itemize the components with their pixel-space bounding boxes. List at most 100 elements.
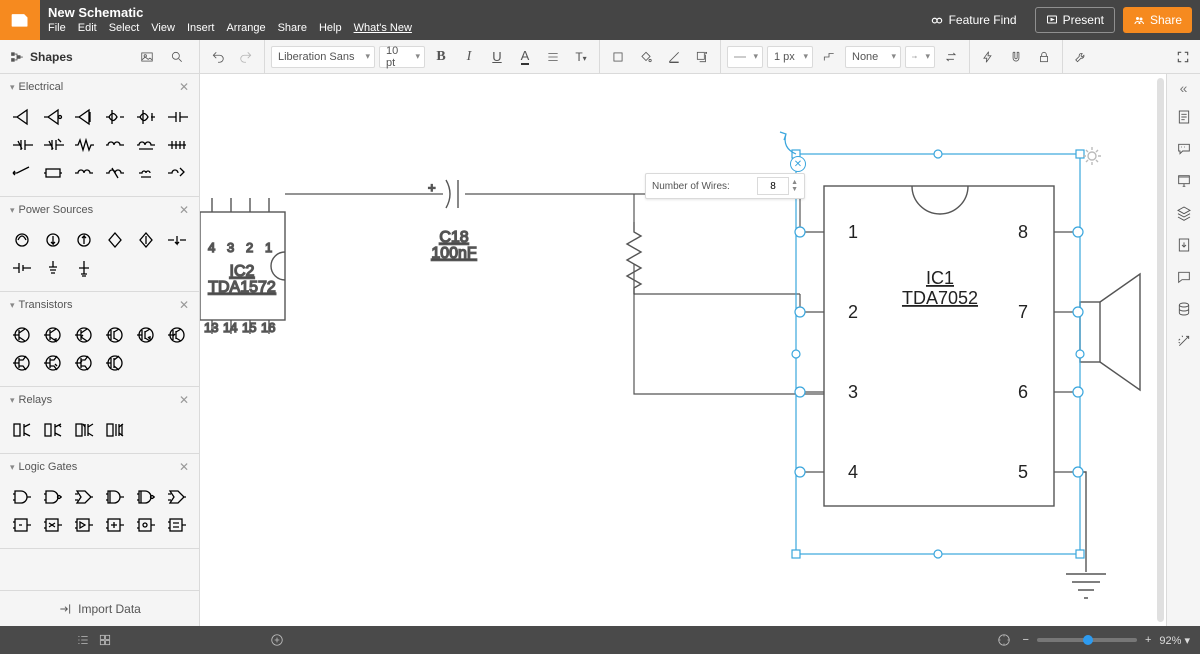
shape-item[interactable] (72, 257, 97, 279)
dock-collapse-icon[interactable]: « (1180, 80, 1188, 96)
library-close-icon[interactable]: ✕ (179, 393, 189, 407)
shape-item[interactable] (103, 419, 128, 441)
search-shapes-icon[interactable] (165, 45, 189, 69)
shape-item[interactable] (72, 514, 97, 536)
text-color-button[interactable]: A (513, 45, 537, 69)
dock-data-icon[interactable] (1173, 298, 1195, 320)
shape-item[interactable] (41, 514, 66, 536)
shape-options-button[interactable] (690, 45, 714, 69)
library-header-transistors[interactable]: ▾Transistors✕ (0, 292, 199, 318)
shape-item[interactable] (72, 162, 97, 184)
speaker[interactable] (1080, 274, 1140, 390)
dock-comments-icon[interactable] (1173, 138, 1195, 160)
app-logo[interactable] (0, 0, 40, 40)
text-align-button[interactable] (541, 45, 565, 69)
shape-item[interactable] (41, 162, 66, 184)
zoom-out-icon[interactable]: − (1023, 634, 1029, 646)
shape-item[interactable] (103, 352, 128, 374)
line-fill-select[interactable]: None (845, 46, 901, 68)
line-width-select[interactable]: 1 px (767, 46, 813, 68)
library-close-icon[interactable]: ✕ (179, 298, 189, 312)
document-title[interactable]: New Schematic (48, 5, 920, 21)
redo-button[interactable] (234, 45, 258, 69)
shape-item[interactable] (41, 106, 66, 128)
shape-item[interactable] (133, 134, 158, 156)
library-close-icon[interactable]: ✕ (179, 460, 189, 474)
share-button[interactable]: Share (1123, 7, 1192, 33)
wire-count-input[interactable] (757, 177, 789, 195)
magnet-button[interactable] (1004, 45, 1028, 69)
shape-fill-button[interactable] (606, 45, 630, 69)
shape-item[interactable] (133, 229, 158, 251)
text-options-button[interactable]: T▾ (569, 45, 593, 69)
bold-button[interactable]: B (429, 45, 453, 69)
shape-item[interactable] (164, 514, 189, 536)
font-size-select[interactable]: 10 pt (379, 46, 425, 68)
shape-item[interactable] (10, 514, 35, 536)
library-header-power-sources[interactable]: ▾Power Sources✕ (0, 197, 199, 223)
menu-help[interactable]: Help (319, 21, 342, 35)
schematic-canvas[interactable]: + C18 100nF 4 3 2 1 IC2 (200, 74, 1166, 626)
shape-item[interactable] (164, 229, 189, 251)
add-page-icon[interactable] (266, 629, 288, 651)
shape-item[interactable] (10, 229, 35, 251)
shape-item[interactable] (72, 352, 97, 374)
vertical-scrollbar[interactable] (1157, 78, 1164, 622)
present-button[interactable]: Present (1035, 7, 1115, 33)
arrow-style-select[interactable] (905, 46, 935, 68)
shape-item[interactable] (10, 257, 35, 279)
library-header-electrical[interactable]: ▾Electrical✕ (0, 74, 199, 100)
ground-symbol[interactable] (1066, 472, 1106, 598)
menu-share[interactable]: Share (278, 21, 307, 35)
font-family-select[interactable]: Liberation Sans (271, 46, 375, 68)
grid-view-icon[interactable] (94, 629, 116, 651)
undo-button[interactable] (206, 45, 230, 69)
shape-item[interactable] (41, 257, 66, 279)
shape-item[interactable] (164, 106, 189, 128)
italic-button[interactable]: I (457, 45, 481, 69)
line-style-select[interactable] (727, 46, 763, 68)
dock-page-icon[interactable] (1173, 106, 1195, 128)
shape-item[interactable] (10, 162, 35, 184)
menu-view[interactable]: View (151, 21, 175, 35)
wire-count-up[interactable]: ▲ (791, 179, 798, 186)
menu-arrange[interactable]: Arrange (226, 21, 265, 35)
dock-chat-icon[interactable] (1173, 266, 1195, 288)
shape-item[interactable] (72, 324, 97, 346)
dock-magic-icon[interactable] (1173, 330, 1195, 352)
zoom-anchor-icon[interactable] (993, 629, 1015, 651)
swap-ends-button[interactable] (939, 45, 963, 69)
menu-whatsnew[interactable]: What's New (354, 21, 412, 35)
shape-item[interactable] (72, 419, 97, 441)
ic2-chip[interactable]: 4 3 2 1 IC2 TDA1572 13 14 15 16 (200, 198, 285, 335)
dock-export-icon[interactable] (1173, 234, 1195, 256)
shape-item[interactable] (72, 486, 97, 508)
shape-item[interactable] (133, 162, 158, 184)
dock-slides-icon[interactable] (1173, 170, 1195, 192)
library-header-logic-gates[interactable]: ▾Logic Gates✕ (0, 454, 199, 480)
shape-item[interactable] (103, 106, 128, 128)
shape-item[interactable] (164, 134, 189, 156)
import-data-button[interactable]: Import Data (0, 590, 199, 626)
shape-item[interactable] (10, 419, 35, 441)
shape-item[interactable] (41, 324, 66, 346)
shape-item[interactable] (72, 229, 97, 251)
underline-button[interactable]: U (485, 45, 509, 69)
zoom-level[interactable]: 92% ▾ (1159, 634, 1190, 647)
action-button[interactable] (976, 45, 1000, 69)
shape-item[interactable] (72, 106, 97, 128)
more-tools-button[interactable] (1069, 45, 1093, 69)
menu-edit[interactable]: Edit (78, 21, 97, 35)
line-shape-button[interactable] (817, 45, 841, 69)
shape-item[interactable] (103, 486, 128, 508)
fill-color-button[interactable] (634, 45, 658, 69)
shape-item[interactable] (41, 352, 66, 374)
shape-item[interactable] (103, 229, 128, 251)
shape-item[interactable] (133, 106, 158, 128)
shape-item[interactable] (41, 419, 66, 441)
shape-item[interactable] (10, 352, 35, 374)
library-close-icon[interactable]: ✕ (179, 203, 189, 217)
shape-item[interactable] (103, 162, 128, 184)
feature-find-button[interactable]: Feature Find (920, 7, 1027, 33)
insert-image-icon[interactable] (135, 45, 159, 69)
